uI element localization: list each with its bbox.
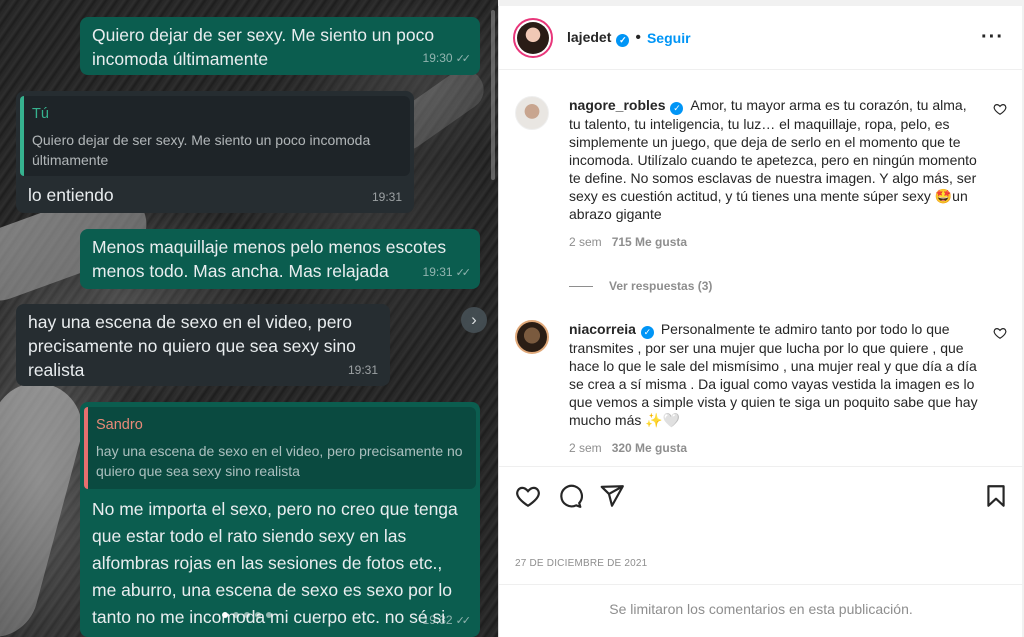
comment-body: nagore_robles ✓ Amor, tu mayor arma es tu… [569,96,979,223]
quote-author: Tú [32,106,49,122]
follow-button[interactable]: Seguir [647,30,691,46]
message-time: 19:32 [422,613,453,627]
double-check-icon: ✓✓ [455,267,472,279]
comment-text: Amor, tu mayor arma es tu corazón, tu al… [569,97,977,222]
message-text: Menos maquillaje menos pelo menos escote… [92,237,447,281]
message-meta: 19:30 ✓✓ [422,46,472,71]
comment-age[interactable]: 2 sem [569,235,602,249]
quote-text: Quiero dejar de ser sexy. Me siento un p… [32,132,371,168]
more-horizontal-icon[interactable]: ··· [981,26,1004,49]
post-author-username[interactable]: lajedet [567,29,611,45]
avatar[interactable] [515,96,549,130]
carousel-dot[interactable] [233,612,239,618]
avatar[interactable] [513,17,553,58]
post-actions [499,466,1023,526]
comment-age[interactable]: 2 sem [569,441,602,455]
message-time: 19:31 [347,363,378,377]
divider [569,285,593,287]
quoted-message[interactable]: Tú Quiero dejar de ser sexy. Me siento u… [20,96,410,176]
message-text: lo entiendo [28,185,114,205]
heart-icon[interactable] [993,326,1007,340]
quote-text: hay una escena de sexo en el video, pero… [96,443,463,479]
carousel-dot[interactable] [266,612,272,618]
carousel-dot[interactable] [244,612,250,618]
chevron-right-icon[interactable]: › [461,307,487,333]
comment-username[interactable]: niacorreia [569,321,636,337]
carousel-dots[interactable] [222,612,272,618]
comment-likes[interactable]: 320 Me gusta [612,441,687,455]
heart-icon[interactable] [993,102,1007,116]
comment-username[interactable]: nagore_robles [569,97,665,113]
double-check-icon: ✓✓ [455,53,472,65]
message-text: Quiero dejar de ser sexy. Me siento un p… [92,25,435,69]
chat-scrollbar[interactable] [491,10,495,180]
view-replies-label: Ver respuestas (3) [609,279,713,293]
separator-dot: • [635,28,641,46]
verified-badge-icon: ✓ [616,33,630,47]
chat-message-incoming[interactable]: Tú Quiero dejar de ser sexy. Me siento u… [16,91,414,213]
chat-message-outgoing[interactable]: Sandro hay una escena de sexo en el vide… [80,402,480,637]
comments-limited-notice: Se limitaron los comentarios en esta pub… [499,584,1023,637]
double-check-icon: ✓✓ [455,615,472,627]
message-time: 19:31 [371,190,402,204]
carousel-dot[interactable] [255,612,261,618]
message-time: 19:31 [422,265,453,279]
message-time: 19:30 [422,51,453,65]
comment: niacorreia ✓ Personalmente te admiro tant… [515,320,1007,455]
comment-body: niacorreia ✓ Personalmente te admiro tant… [569,320,979,429]
carousel-dot[interactable] [222,612,228,618]
post-date[interactable]: 27 DE DICIEMBRE DE 2021 [515,558,647,569]
message-meta: 19:31 ✓✓ [422,260,472,285]
post-header: lajedet ✓ • Seguir ··· [499,6,1022,70]
message-meta: 19:32 ✓✓ [422,608,472,633]
chat-message-outgoing[interactable]: Menos maquillaje menos pelo menos escote… [80,229,480,289]
chat-screenshot: Quiero dejar de ser sexy. Me siento un p… [0,0,498,637]
chat-message-incoming[interactable]: hay una escena de sexo en el video, pero… [16,304,390,386]
comment-text: Personalmente te admiro tanto por todo l… [569,321,978,428]
message-text: No me importa el sexo, pero no creo que … [92,499,458,637]
verified-badge-icon: ✓ [640,326,654,339]
comment: nagore_robles ✓ Amor, tu mayor arma es tu… [515,96,1007,249]
comment-likes[interactable]: 715 Me gusta [612,235,687,249]
comment-icon[interactable] [557,483,583,509]
share-paper-plane-icon[interactable] [599,483,625,509]
instagram-post-panel: lajedet ✓ • Seguir ··· nagore_robles ✓ Amo… [498,6,1023,637]
quote-author: Sandro [96,417,143,433]
comment-meta: 2 sem 320 Me gusta [569,441,1007,455]
view-replies-button[interactable]: Ver respuestas (3) [569,279,712,293]
background-arm [0,372,93,637]
quoted-message[interactable]: Sandro hay una escena de sexo en el vide… [84,407,476,489]
chat-message-outgoing[interactable]: Quiero dejar de ser sexy. Me siento un p… [80,17,480,75]
post-author[interactable]: lajedet ✓ [567,29,630,47]
avatar[interactable] [515,320,549,354]
message-text: hay una escena de sexo en el video, pero… [28,312,356,380]
comment-meta: 2 sem 715 Me gusta [569,235,1007,249]
like-heart-icon[interactable] [515,483,541,509]
verified-badge-icon: ✓ [670,102,684,115]
save-bookmark-icon[interactable] [983,483,1009,509]
